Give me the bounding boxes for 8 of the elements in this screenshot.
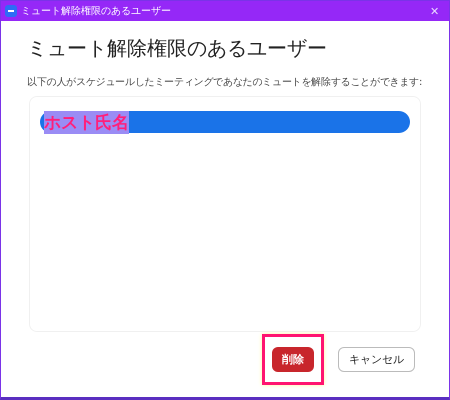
window-title: ミュート解除権限のあるユーザー bbox=[21, 4, 172, 18]
description-text: 以下の人がスケジュールしたミーティングであなたのミュートを解除することができます: bbox=[27, 76, 424, 90]
dialog-heading: ミュート解除権限のあるユーザー bbox=[27, 35, 328, 62]
user-name: ホスト氏名 bbox=[44, 110, 129, 134]
app-logo-icon bbox=[5, 5, 17, 17]
delete-button[interactable]: 削除 bbox=[272, 347, 314, 372]
close-button[interactable]: ✕ bbox=[426, 4, 443, 18]
cancel-button[interactable]: キャンセル bbox=[338, 347, 415, 372]
